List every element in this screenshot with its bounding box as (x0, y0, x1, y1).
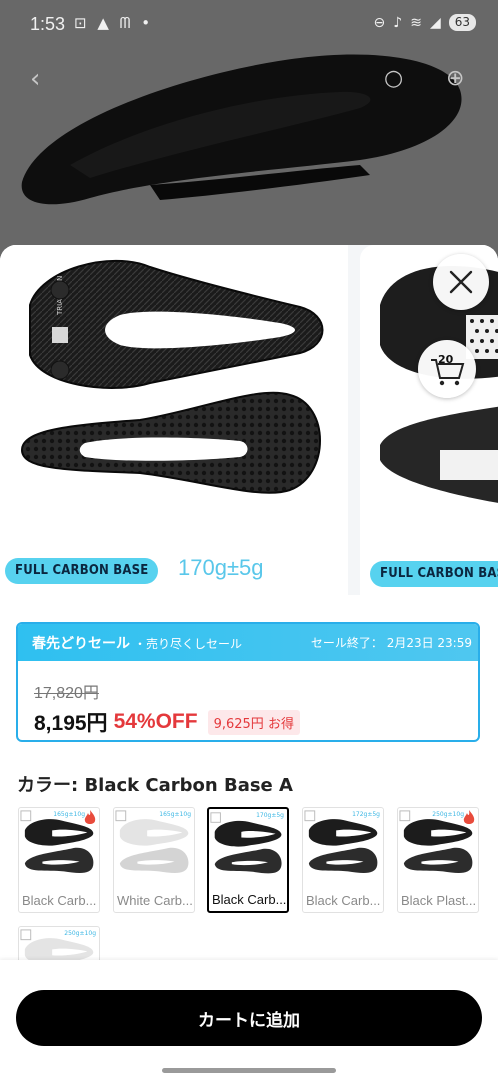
original-price: 17,820円 (34, 685, 99, 702)
close-button[interactable] (433, 254, 489, 310)
bg-nav-search-icon: ○ (384, 66, 404, 91)
full-carbon-base-badge-next: FULL CARBON BASE (370, 561, 498, 587)
hot-flame-icon (463, 810, 475, 824)
sale-banner: 春先どりセール ・売り尽くしセール セール終了： 2月23日 23:59 17,8… (16, 622, 480, 742)
bg-nav-share-icon: ⊕ (446, 66, 465, 91)
sale-end-time: セール終了： 2月23日 23:59 (310, 636, 472, 650)
hot-flame-icon (84, 810, 96, 824)
price-row: 8,195円 54%OFF 9,625円 お得 (34, 707, 300, 737)
sale-price: 8,195円 (34, 712, 108, 735)
wifi-icon: ≋ (410, 14, 422, 31)
sale-subtitle: ・売り尽くしセール (134, 636, 243, 651)
close-icon (449, 270, 473, 294)
swatch-weight-tag: 165g±10g (53, 811, 85, 818)
color-swatch[interactable]: 165g±10g Black Carb... (18, 807, 100, 913)
full-carbon-base-badge: FULL CARBON BASE (5, 558, 159, 584)
weight-label: 170g±5g (178, 555, 264, 580)
saddle-top-and-bottom-image: TRIATHLON (20, 259, 324, 494)
swatch-thumbnail (303, 808, 383, 886)
swatch-label: Black Carb... (212, 892, 287, 907)
cart-icon (431, 359, 465, 386)
product-options-sheet: TRIATHLON FULL CARBON BASE 170g±5g (0, 245, 498, 1080)
savings-badge: 9,625円 お得 (207, 709, 300, 735)
bottom-action-bar: カートに追加 (0, 960, 498, 1080)
home-indicator[interactable] (162, 1068, 336, 1073)
sale-header: 春先どりセール ・売り尽くしセール セール終了： 2月23日 23:59 (18, 624, 478, 661)
battery-icon: 63 (448, 14, 476, 31)
status-bar: 1:53 ⊡ ▲ ᗰ • ⊖ ♪ ≋ ◢ 63 (0, 0, 498, 50)
swatch-thumbnail (114, 808, 194, 886)
color-swatch[interactable]: 172g±5g Black Carb... (302, 807, 384, 913)
color-swatch[interactable]: 170g±5g Black Carb... (207, 807, 289, 913)
swatch-label: Black Carb... (306, 893, 381, 908)
discount-percent: 54%OFF (113, 710, 198, 733)
swatch-weight-tag: 170g±5g (256, 812, 284, 819)
color-swatch[interactable]: 250g±10g Black Plast... (397, 807, 479, 913)
gallery-slide[interactable]: TRIATHLON FULL CARBON BASE 170g±5g (0, 245, 348, 595)
status-notification-icons: ⊡ ▲ ᗰ • (74, 14, 154, 32)
dnd-icon: ⊖ (373, 14, 386, 31)
swatch-label: White Carb... (117, 893, 193, 908)
swatch-weight-tag: 165g±10g (159, 811, 191, 818)
add-to-cart-button[interactable]: カートに追加 (16, 990, 482, 1046)
status-time: 1:53 (30, 14, 66, 34)
swatch-weight-tag: 250g±10g (64, 930, 96, 937)
sale-title: 春先どりセール (32, 635, 130, 652)
swatch-thumbnail (209, 810, 287, 886)
cart-count-badge: 20 (438, 353, 454, 366)
cart-button[interactable]: 20 (418, 340, 476, 398)
swatch-weight-tag: 250g±10g (432, 811, 464, 818)
color-swatch[interactable]: 165g±10g White Carb... (113, 807, 195, 913)
color-selection-label: カラー: Black Carbon Base A (17, 775, 293, 796)
swatch-weight-tag: 172g±5g (352, 811, 380, 818)
image-gallery[interactable]: TRIATHLON FULL CARBON BASE 170g±5g (0, 245, 498, 595)
swatch-label: Black Carb... (22, 893, 97, 908)
back-arrow-icon: ‹ (30, 64, 41, 94)
swatch-label: Black Plast... (401, 893, 477, 908)
status-system-icons: ⊖ ♪ ≋ ◢ 63 (374, 14, 476, 31)
music-icon: ♪ (393, 14, 403, 31)
signal-icon: ◢ (429, 14, 441, 31)
